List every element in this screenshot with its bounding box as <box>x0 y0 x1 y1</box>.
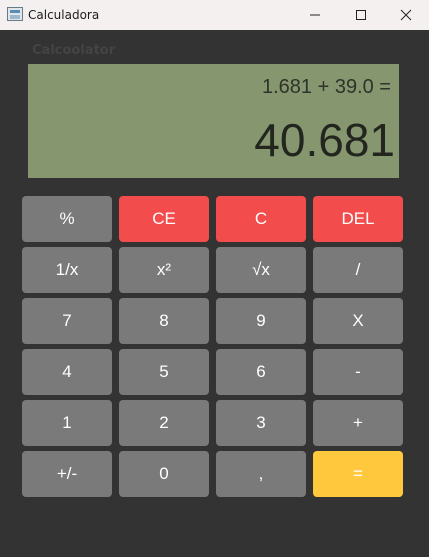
digit-5-button[interactable]: 5 <box>119 349 209 395</box>
equals-button[interactable]: = <box>313 451 403 497</box>
clear-button[interactable]: C <box>216 196 306 242</box>
calculator-display: 1.681 + 39.0 = 40.681 <box>28 64 399 178</box>
square-root-button[interactable]: √x <box>216 247 306 293</box>
square-button[interactable]: x² <box>119 247 209 293</box>
title-bar: Calculadora <box>0 0 429 30</box>
reciprocal-button[interactable]: 1/x <box>22 247 112 293</box>
digit-4-button[interactable]: 4 <box>22 349 112 395</box>
digit-8-button[interactable]: 8 <box>119 298 209 344</box>
keypad: % CE C DEL 1/x x² √x / 7 8 9 X 4 5 6 - 1… <box>22 196 404 497</box>
negate-button[interactable]: +/- <box>22 451 112 497</box>
digit-9-button[interactable]: 9 <box>216 298 306 344</box>
close-icon <box>400 9 412 21</box>
digit-6-button[interactable]: 6 <box>216 349 306 395</box>
digit-7-button[interactable]: 7 <box>22 298 112 344</box>
result-readout: 40.681 <box>254 114 395 166</box>
digit-0-button[interactable]: 0 <box>119 451 209 497</box>
minimize-button[interactable] <box>292 0 338 30</box>
minimize-icon <box>310 14 320 16</box>
percent-button[interactable]: % <box>22 196 112 242</box>
calculator-app-icon <box>7 7 23 21</box>
maximize-icon <box>356 10 366 20</box>
maximize-button[interactable] <box>338 0 384 30</box>
app-label: Calcoolator <box>32 43 116 58</box>
close-button[interactable] <box>383 0 429 30</box>
add-button[interactable]: + <box>313 400 403 446</box>
clear-entry-button[interactable]: CE <box>119 196 209 242</box>
window-title: Calculadora <box>28 8 100 22</box>
subtract-button[interactable]: - <box>313 349 403 395</box>
divide-button[interactable]: / <box>313 247 403 293</box>
digit-3-button[interactable]: 3 <box>216 400 306 446</box>
decimal-button[interactable]: , <box>216 451 306 497</box>
expression-readout: 1.681 + 39.0 = <box>261 76 391 98</box>
digit-1-button[interactable]: 1 <box>22 400 112 446</box>
delete-button[interactable]: DEL <box>313 196 403 242</box>
multiply-button[interactable]: X <box>313 298 403 344</box>
digit-2-button[interactable]: 2 <box>119 400 209 446</box>
